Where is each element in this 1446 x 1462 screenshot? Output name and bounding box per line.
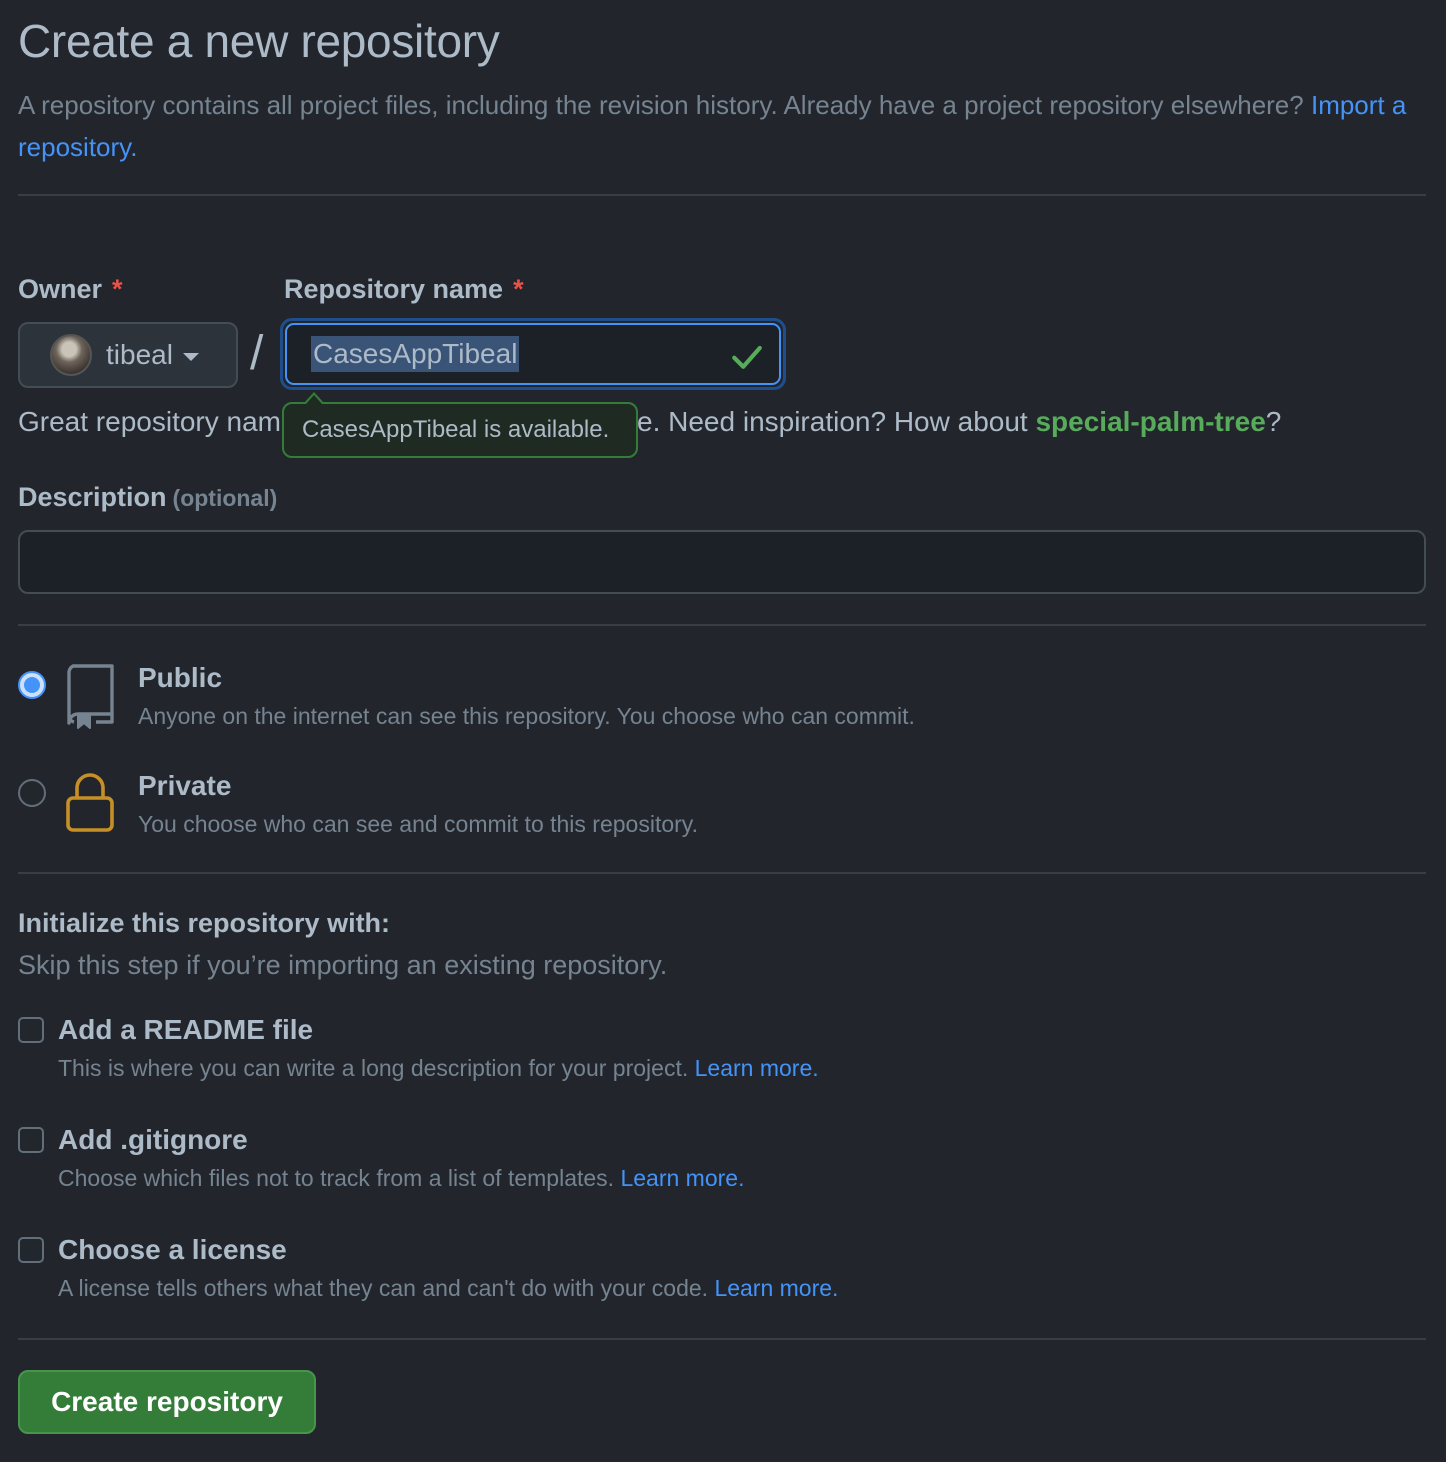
description-input[interactable] xyxy=(18,530,1426,594)
hint-prefix: Great repository nam xyxy=(18,406,281,437)
initialize-title: Initialize this repository with: xyxy=(18,908,391,938)
repository-name-input[interactable]: CasesAppTibeal xyxy=(285,323,781,385)
caret-down-icon xyxy=(182,353,199,361)
repository-name-value: CasesAppTibeal xyxy=(311,336,520,372)
readme-checkbox[interactable] xyxy=(18,1017,44,1043)
license-title: Choose a license xyxy=(58,1234,287,1265)
readme-description-text: This is where you can write a long descr… xyxy=(58,1055,689,1081)
repository-name-focus-ring: CasesAppTibeal xyxy=(280,318,786,390)
initialize-subtitle: Skip this step if you’re importing an ex… xyxy=(18,950,668,980)
readme-description: This is where you can write a long descr… xyxy=(58,1055,819,1082)
owner-label: Owner * xyxy=(18,274,123,305)
license-checkbox[interactable] xyxy=(18,1237,44,1263)
public-title: Public xyxy=(138,662,223,693)
owner-label-text: Owner xyxy=(18,274,103,304)
divider xyxy=(18,624,1426,626)
availability-tooltip: CasesAppTibeal is available. xyxy=(282,402,638,458)
description-label: Description (optional) xyxy=(18,482,277,513)
license-description-text: A license tells others what they can and… xyxy=(58,1275,709,1301)
lock-icon xyxy=(64,772,116,839)
public-description: Anyone on the internet can see this repo… xyxy=(138,703,915,729)
gitignore-learn-more-link[interactable]: Learn more. xyxy=(620,1165,744,1191)
license-learn-more-link[interactable]: Learn more. xyxy=(714,1275,838,1301)
create-repository-button[interactable]: Create repository xyxy=(18,1370,316,1434)
page: Create a new repository A repository con… xyxy=(0,0,1446,1462)
description-label-text: Description xyxy=(18,482,167,512)
required-mark: * xyxy=(513,274,524,304)
gitignore-checkbox[interactable] xyxy=(18,1127,44,1153)
divider xyxy=(18,1338,1426,1340)
gitignore-description-text: Choose which files not to track from a l… xyxy=(58,1165,615,1191)
tooltip-arrow-inner xyxy=(306,395,322,404)
avatar xyxy=(50,334,92,376)
required-mark: * xyxy=(112,274,123,304)
private-description: You choose who can see and commit to thi… xyxy=(138,811,698,837)
hint-suffix: ? xyxy=(1265,406,1282,437)
repository-name-label-text: Repository name xyxy=(284,274,504,304)
readme-learn-more-link[interactable]: Learn more. xyxy=(695,1055,819,1081)
public-radio[interactable] xyxy=(18,671,46,699)
license-description: A license tells others what they can and… xyxy=(58,1275,838,1302)
subtitle-text: A repository contains all project files,… xyxy=(18,90,1304,120)
optional-tag: (optional) xyxy=(172,485,278,511)
gitignore-title: Add .gitignore xyxy=(58,1124,248,1155)
owner-name: tibeal xyxy=(106,339,173,370)
check-icon xyxy=(729,339,765,380)
owner-repo-separator: / xyxy=(250,327,264,380)
gitignore-description: Choose which files not to track from a l… xyxy=(58,1165,744,1192)
name-suggestion-link[interactable]: special-palm-tree xyxy=(1035,406,1265,437)
divider xyxy=(18,194,1426,196)
private-title: Private xyxy=(138,770,232,801)
page-subtitle: A repository contains all project files,… xyxy=(18,84,1408,168)
repository-name-hint: Great repository nam e. Need inspiration?… xyxy=(18,406,1281,438)
repository-name-label: Repository name * xyxy=(284,274,524,305)
divider xyxy=(18,872,1426,874)
readme-title: Add a README file xyxy=(58,1014,314,1045)
private-radio[interactable] xyxy=(18,779,46,807)
page-title: Create a new repository xyxy=(18,15,500,67)
hint-middle: e. Need inspiration? How about xyxy=(637,406,1036,437)
owner-select-button[interactable]: tibeal xyxy=(18,322,238,388)
repo-icon xyxy=(62,662,118,735)
